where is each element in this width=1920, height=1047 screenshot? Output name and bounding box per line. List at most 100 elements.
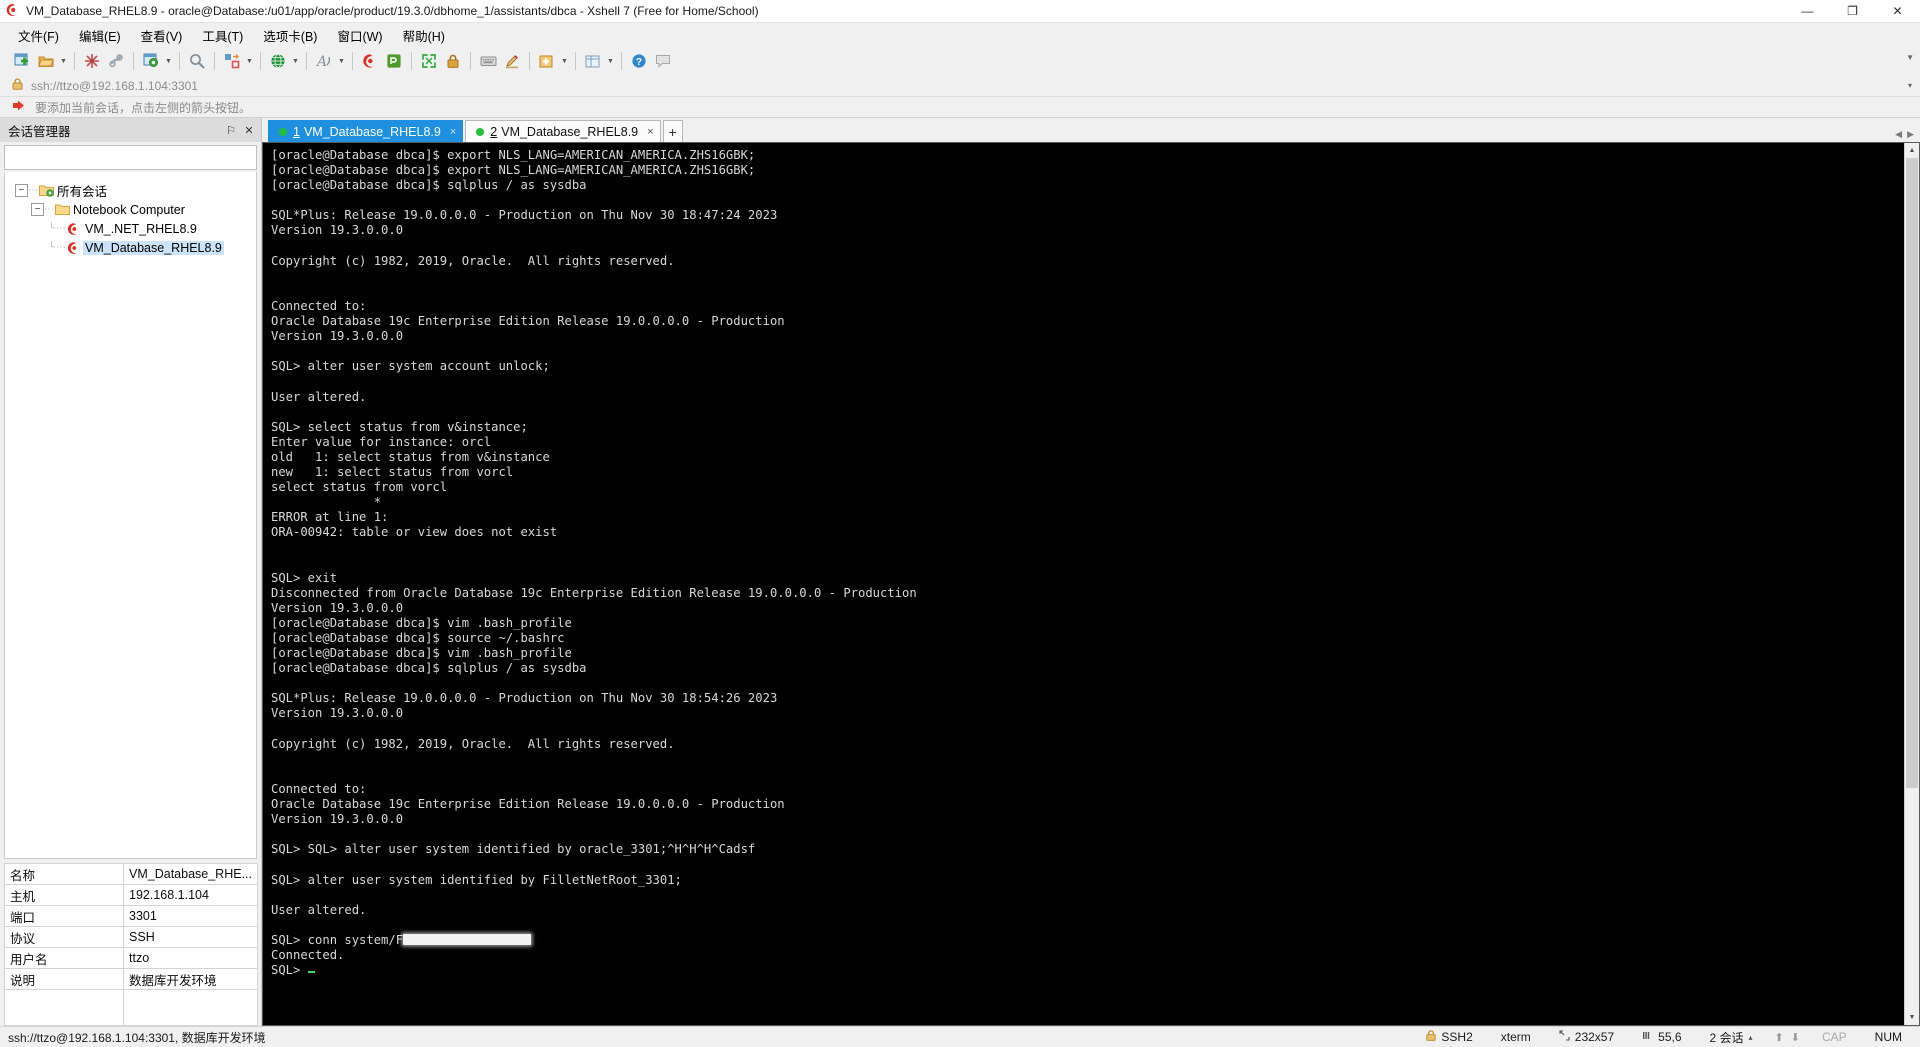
menu-help[interactable]: 帮助(H)	[393, 23, 455, 48]
status-size-label: 232x57	[1574, 1030, 1615, 1044]
new-tab-icon[interactable]	[535, 50, 559, 72]
lock-icon[interactable]	[441, 50, 465, 72]
tab-number: 1	[293, 124, 300, 139]
terminal-line: Enter value for instance: orcl	[271, 434, 492, 449]
tree-guide: ⋯	[56, 242, 66, 253]
address-bar[interactable]: ssh://ttzo@192.168.1.104:3301 ▾	[0, 75, 1920, 97]
session-properties-icon[interactable]	[139, 50, 163, 72]
prop-value: 192.168.1.104	[123, 884, 258, 906]
maximize-button[interactable]: ❐	[1830, 0, 1875, 23]
layout-caret-icon[interactable]: ▼	[605, 50, 616, 72]
table-row: 名称 VM_Database_RHE...	[3, 863, 258, 885]
new-tab-button[interactable]: +	[662, 120, 683, 142]
find-icon[interactable]	[185, 50, 209, 72]
session-properties-caret-icon[interactable]: ▼	[163, 50, 174, 72]
prop-value: 数据库开发环境	[123, 968, 258, 990]
open-folder-caret-icon[interactable]: ▼	[58, 50, 69, 72]
help-icon[interactable]: ?	[627, 50, 651, 72]
toolbar-overflow-icon[interactable]: ▼	[1906, 53, 1914, 62]
terminal-line: Version 19.3.0.0.0	[271, 706, 404, 721]
transfer-icon[interactable]	[220, 50, 244, 72]
transfer-caret-icon[interactable]: ▼	[244, 50, 255, 72]
menu-window[interactable]: 窗口(W)	[327, 23, 392, 48]
prop-key-empty	[3, 989, 125, 1026]
scroll-down-icon[interactable]: ▼	[1905, 1010, 1919, 1025]
session-icon	[65, 241, 83, 255]
minimize-button[interactable]: —	[1785, 0, 1830, 23]
session-tree: − ⋯ 所有会话 − ⋯ Notebook Computer └ ⋯ VM_.N…	[4, 172, 257, 859]
terminal-line: ORA-00942: table or view does not exist	[271, 525, 558, 540]
font-caret-icon[interactable]: ▼	[336, 50, 347, 72]
session-search-input[interactable]	[4, 145, 257, 170]
menu-file[interactable]: 文件(F)	[8, 23, 69, 48]
fullscreen-icon[interactable]	[417, 50, 441, 72]
tree-guide: └	[47, 223, 56, 234]
xshell-app-icon[interactable]	[358, 50, 382, 72]
toolbar-separator	[352, 52, 353, 70]
prop-value: SSH	[123, 926, 258, 948]
chat-icon[interactable]	[651, 50, 675, 72]
menu-tabs[interactable]: 选项卡(B)	[253, 23, 327, 48]
expander-icon[interactable]: −	[15, 184, 28, 197]
terminal-scrollbar[interactable]: ▲ ▼	[1904, 143, 1919, 1025]
expander-icon[interactable]: −	[31, 203, 44, 216]
tab-nav-left-icon[interactable]: ◀	[1895, 129, 1902, 140]
scroll-thumb[interactable]	[1906, 158, 1918, 789]
terminal-cursor	[307, 971, 315, 974]
tree-node-vm-net-rhel[interactable]: └ ⋯ VM_.NET_RHEL8.9	[5, 219, 256, 238]
layout-icon[interactable]	[581, 50, 605, 72]
terminal-line: new 1: select status from vorcl	[271, 464, 514, 479]
disconnect-icon[interactable]	[104, 50, 128, 72]
globe-caret-icon[interactable]: ▼	[290, 50, 301, 72]
menu-view[interactable]: 查看(V)	[131, 23, 193, 48]
terminal-output[interactable]: [oracle@Database dbca]$ export NLS_LANG=…	[263, 143, 1904, 1025]
close-panel-icon[interactable]: ✕	[241, 122, 257, 138]
toolbar-separator	[214, 52, 215, 70]
tree-node-vm-database-rhel[interactable]: └ ⋯ VM_Database_RHEL8.9	[5, 238, 256, 257]
new-tab-caret-icon[interactable]: ▼	[559, 50, 570, 72]
pin-icon[interactable]: ⚐	[223, 122, 239, 138]
folder-sessions-icon	[37, 184, 55, 197]
tree-node-notebook-computer[interactable]: − ⋯ Notebook Computer	[5, 200, 256, 219]
compose-icon[interactable]	[500, 50, 524, 72]
hint-bar: 要添加当前会话，点击左侧的箭头按钮。	[0, 97, 1920, 118]
close-button[interactable]: ✕	[1875, 0, 1920, 23]
address-dropdown-icon[interactable]: ▾	[1908, 81, 1912, 90]
tab-2[interactable]: 2 VM_Database_RHEL8.9 ×	[465, 120, 661, 142]
tab-1[interactable]: 1 VM_Database_RHEL8.9 ×	[268, 120, 464, 142]
toolbar-separator	[133, 52, 134, 70]
red-arrow-icon[interactable]	[12, 100, 26, 114]
status-sessions-label: 2 会话	[1709, 1030, 1744, 1045]
terminal-line: [oracle@Database dbca]$ export NLS_LANG=…	[271, 163, 756, 178]
title-bar: VM_Database_RHEL8.9 - oracle@Database:/u…	[0, 0, 1920, 23]
tree-node-all-sessions[interactable]: − ⋯ 所有会话	[5, 181, 256, 200]
tab-close-icon[interactable]: ×	[647, 126, 653, 138]
status-sessions[interactable]: 2 会话 ▴	[1696, 1027, 1767, 1047]
font-icon[interactable]: A	[312, 50, 336, 72]
tab-nav-right-icon[interactable]: ▶	[1907, 129, 1914, 140]
open-folder-icon[interactable]	[34, 50, 58, 72]
status-cursor-label: 55,6	[1658, 1030, 1682, 1044]
menu-tools[interactable]: 工具(T)	[192, 23, 253, 48]
new-session-icon[interactable]	[10, 50, 34, 72]
keyboard-icon[interactable]	[476, 50, 500, 72]
tab-close-icon[interactable]: ×	[450, 126, 456, 138]
upload-arrow-icon: ⬆	[1774, 1031, 1784, 1044]
scroll-track[interactable]	[1905, 158, 1919, 1010]
terminal-line: [oracle@Database dbca]$ export NLS_LANG=…	[271, 148, 756, 162]
menu-edit[interactable]: 编辑(E)	[69, 23, 131, 48]
terminal-line: User altered.	[271, 902, 367, 917]
terminal-line: ERROR at line 1:	[271, 510, 389, 525]
address-input[interactable]: ssh://ttzo@192.168.1.104:3301	[31, 79, 198, 93]
chevron-up-icon[interactable]: ▴	[1749, 1033, 1753, 1042]
status-term-type: xterm	[1500, 1030, 1531, 1044]
globe-icon[interactable]	[266, 50, 290, 72]
scroll-up-icon[interactable]: ▲	[1905, 143, 1919, 158]
terminal-line: Copyright (c) 1982, 2019, Oracle. All ri…	[271, 736, 675, 751]
tab-strip: 1 VM_Database_RHEL8.9 × 2 VM_Database_RH…	[262, 118, 1920, 142]
reconnect-icon[interactable]	[80, 50, 104, 72]
xftp-app-icon[interactable]	[382, 50, 406, 72]
